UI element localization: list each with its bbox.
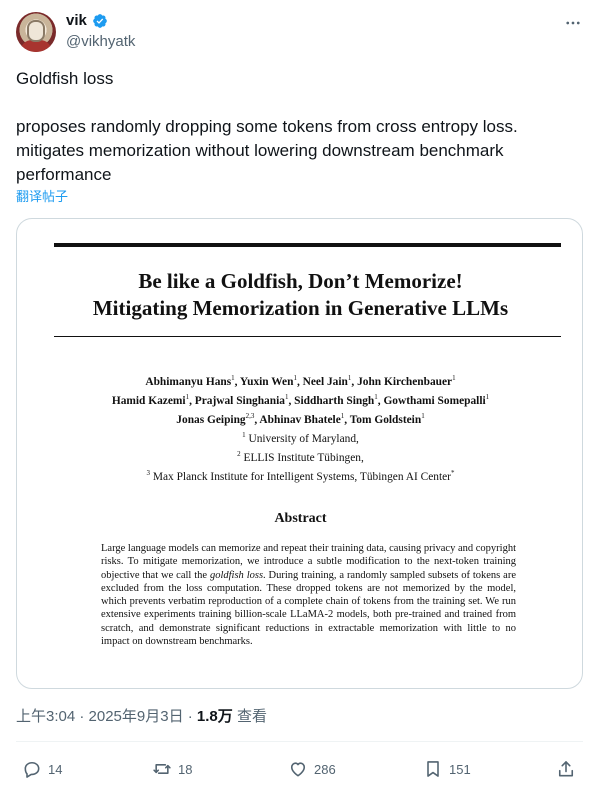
tweet-text: Goldfish loss proposes randomly dropping… <box>16 69 518 184</box>
abstract-heading: Abstract <box>274 511 327 526</box>
like-count: 286 <box>314 761 336 777</box>
tweet-meta: 上午3:04 · 2025年9月3日 · 1.8万 查看 <box>16 707 267 727</box>
repost-icon <box>153 764 171 774</box>
author-avatar[interactable] <box>16 12 56 52</box>
affiliation-line: 1 University of Maryland, <box>242 431 359 445</box>
views-label: 查看 <box>232 708 267 725</box>
views-count: 1.8万 <box>196 708 233 725</box>
paper-title-rule <box>54 336 561 337</box>
paper-title: Be like a Goldfish, Don’t Memorize! Miti… <box>17 268 582 322</box>
paper-title-line1: Be like a Goldfish, Don’t Memorize! <box>138 269 463 293</box>
verified-badge-icon <box>93 14 107 28</box>
like-button[interactable]: 286 <box>288 758 336 780</box>
bookmark-count: 151 <box>449 761 471 777</box>
reply-button[interactable]: 14 <box>22 758 62 780</box>
bookmark-icon <box>427 761 439 777</box>
bookmark-button[interactable]: 151 <box>423 758 471 780</box>
repost-count: 18 <box>178 761 193 777</box>
translate-link[interactable]: 翻译帖子 <box>16 189 68 205</box>
like-icon <box>290 762 306 777</box>
authors-line: Hamid Kazemi1, Prajwal Singhania1, Siddh… <box>111 392 490 407</box>
authors-line: Jonas Geiping2,3, Abhinav Bhatele1, Tom … <box>176 411 425 426</box>
paper-image: Be like a Goldfish, Don’t Memorize! Miti… <box>17 219 582 688</box>
paper-title-line2: Mitigating Memorization in Generative LL… <box>92 296 509 320</box>
media-card[interactable]: Be like a Goldfish, Don’t Memorize! Miti… <box>16 218 583 689</box>
author-name[interactable]: vik <box>66 12 87 30</box>
divider <box>16 741 583 742</box>
reply-count: 14 <box>48 761 63 777</box>
tweet-timestamp[interactable]: 上午3:04 · 2025年9月3日 · <box>16 708 197 725</box>
more-icon[interactable] <box>564 14 582 32</box>
paper-authors: Abhimanyu Hans1, Yuxin Wen1, Neel Jain1,… <box>17 371 582 427</box>
avatar-face <box>27 20 45 42</box>
paper-top-rule <box>54 243 561 247</box>
share-button[interactable] <box>556 758 576 780</box>
abstract-body: Large language models can memorize and r… <box>101 543 516 648</box>
affiliation-line: 2 ELLIS Institute Tübingen, <box>237 449 364 464</box>
reply-icon <box>24 761 40 778</box>
paper-affiliations: 1 University of Maryland, 2 ELLIS Instit… <box>17 428 582 484</box>
authors-line: Abhimanyu Hans1, Yuxin Wen1, Neel Jain1,… <box>145 374 456 388</box>
author-handle[interactable]: @vikhyatk <box>66 33 135 51</box>
share-icon <box>558 761 574 777</box>
repost-button[interactable]: 18 <box>152 758 192 780</box>
affiliation-line: 3 Max Planck Institute for Intelligent S… <box>146 468 455 483</box>
